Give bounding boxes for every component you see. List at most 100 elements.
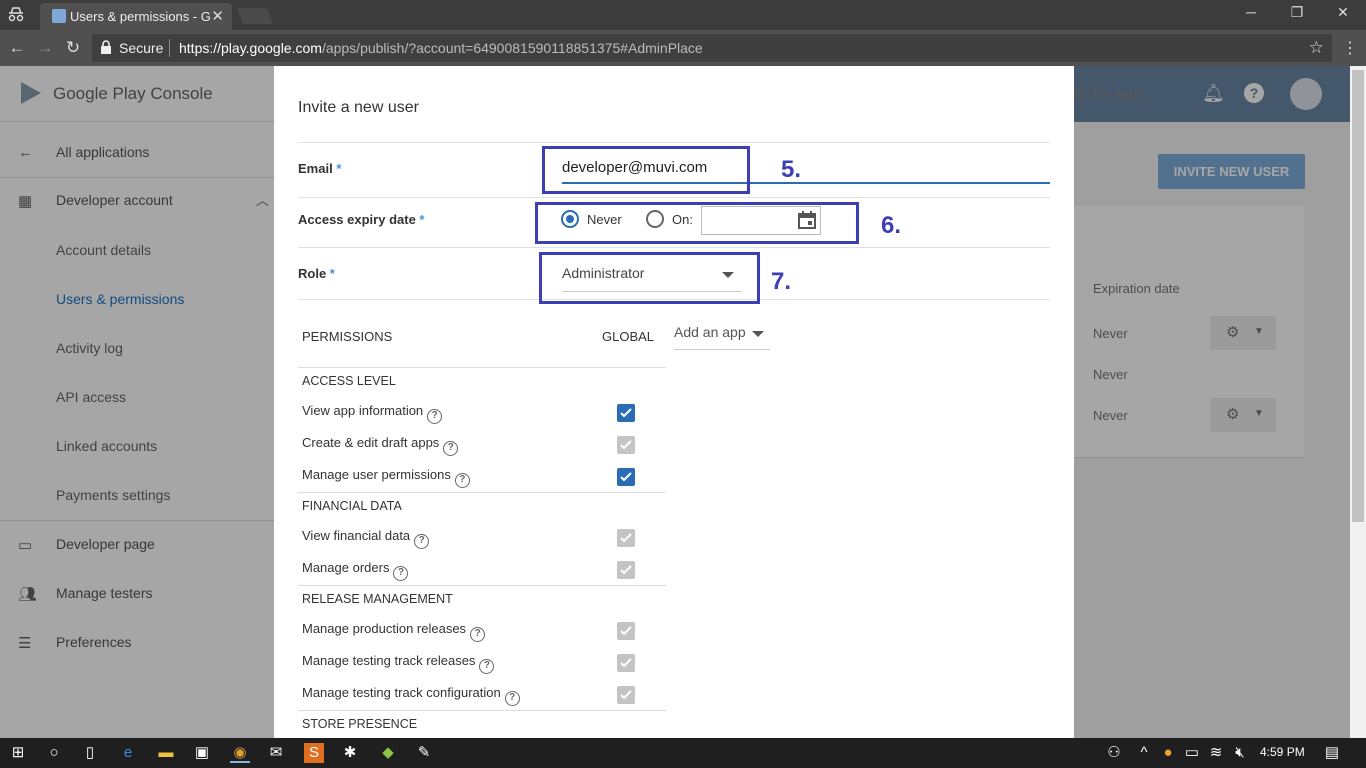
help-icon[interactable]: ?	[393, 566, 409, 581]
section-label-release-management: RELEASE MANAGEMENT	[302, 592, 453, 606]
section-divider	[298, 367, 666, 368]
browser-tab[interactable]: Users & permissions - Go ✕	[40, 3, 232, 30]
permission-label: Manage production releases	[302, 621, 467, 636]
scrollbar-thumb[interactable]	[1352, 70, 1364, 522]
required-mark: *	[419, 212, 425, 227]
url-text: https://play.google.com/apps/publish/?ac…	[179, 40, 703, 56]
help-icon[interactable]: ?	[454, 473, 470, 488]
url-path: /apps/publish/?account=64900815901188513…	[321, 40, 703, 56]
windows-start-icon[interactable]: ⊞	[8, 743, 28, 763]
add-an-app-label: Add an app	[674, 324, 746, 340]
permission-label: View financial data	[302, 528, 411, 543]
section-label-store-presence: STORE PRESENCE	[302, 717, 418, 731]
permission-row: Manage orders?	[302, 560, 409, 581]
weather-icon[interactable]: ●	[1158, 743, 1178, 763]
permission-checkbox[interactable]	[617, 529, 635, 547]
browser-toolbar: ← → ↻ Secure https://play.google.com/app…	[0, 30, 1366, 66]
url-host: https://play.google.com	[179, 40, 322, 56]
restore-icon[interactable]: ❐	[1282, 4, 1312, 21]
section-label-financial-data: FINANCIAL DATA	[302, 499, 402, 513]
email-label-text: Email	[298, 161, 333, 176]
tab-title: Users & permissions - Go	[70, 9, 210, 24]
address-divider	[169, 39, 170, 57]
help-icon[interactable]: ?	[479, 659, 495, 674]
annotation-number: 5.	[781, 156, 802, 183]
taskbar-clock[interactable]: 4:59 PM	[1260, 745, 1305, 759]
app-icon[interactable]: ✱	[340, 743, 360, 763]
window-close-icon[interactable]: ✕	[1328, 4, 1358, 21]
volume-muted-icon[interactable]: 🔇︎	[1230, 743, 1250, 763]
browser-menu-icon[interactable]: ⋮	[1342, 38, 1358, 58]
permission-checkbox[interactable]	[617, 468, 635, 486]
permission-label: Manage orders	[302, 560, 390, 575]
battery-icon[interactable]: ▭	[1182, 743, 1202, 763]
wifi-icon[interactable]: ≋	[1206, 743, 1226, 763]
annotation-number: 7.	[771, 268, 792, 295]
role-label-text: Role	[298, 266, 327, 281]
cortana-search-icon[interactable]: ○	[44, 743, 64, 763]
help-icon[interactable]: ?	[443, 441, 459, 456]
help-icon[interactable]: ?	[504, 691, 520, 706]
browser-tab-bar: Users & permissions - Go ✕ ─ ❐ ✕	[0, 0, 1366, 30]
reload-icon[interactable]: ↻	[62, 37, 84, 59]
tab-close-icon[interactable]: ✕	[211, 7, 224, 25]
skype-icon[interactable]: S	[304, 743, 324, 763]
chrome-icon[interactable]: ◉	[230, 743, 250, 763]
paint-icon[interactable]: ✎	[414, 743, 434, 763]
dropdown-caret-icon	[752, 331, 764, 337]
add-an-app-select[interactable]: Add an app	[674, 320, 770, 350]
section-divider	[298, 492, 666, 493]
page-scrollbar[interactable]	[1350, 66, 1366, 738]
annotation-box-role	[539, 252, 760, 304]
permission-label: Manage user permissions	[302, 467, 451, 482]
help-icon[interactable]: ?	[414, 534, 430, 549]
annotation-box-expiry	[535, 202, 859, 244]
permission-checkbox[interactable]	[617, 622, 635, 640]
permission-checkbox[interactable]	[617, 561, 635, 579]
required-mark: *	[336, 161, 342, 176]
permission-label: View app information	[302, 403, 424, 418]
invite-user-dialog: Invite a new user Email * developer@muvi…	[274, 66, 1074, 738]
action-center-icon[interactable]: ▤	[1322, 743, 1342, 763]
permission-row: Manage testing track configuration?	[302, 685, 520, 706]
annotation-number: 6.	[881, 212, 902, 239]
task-view-icon[interactable]: ▯	[80, 743, 100, 763]
permission-row: View app information?	[302, 403, 443, 424]
permission-checkbox[interactable]	[617, 686, 635, 704]
incognito-icon	[6, 5, 26, 25]
new-tab-button[interactable]	[237, 8, 273, 24]
dialog-divider	[298, 197, 1050, 198]
tray-chevron-up-icon[interactable]: ^	[1134, 743, 1154, 763]
edge-browser-icon[interactable]: e	[118, 743, 138, 763]
required-mark: *	[329, 266, 335, 281]
permission-checkbox[interactable]	[617, 436, 635, 454]
bookmark-star-icon[interactable]: ☆	[1309, 38, 1324, 58]
back-icon[interactable]: ←	[6, 37, 28, 59]
dialog-divider	[298, 142, 1050, 143]
permission-label: Create & edit draft apps	[302, 435, 440, 450]
store-icon[interactable]: ▣	[192, 743, 212, 763]
android-studio-icon[interactable]: ◆	[378, 743, 398, 763]
section-divider	[298, 710, 666, 711]
permission-checkbox[interactable]	[617, 654, 635, 672]
people-icon[interactable]: ⚇	[1104, 743, 1124, 763]
address-bar[interactable]: Secure https://play.google.com/apps/publ…	[92, 34, 1332, 62]
windows-taskbar: ⊞ ○ ▯ e ▬ ▣ ◉ ✉ S ✱ ◆ ✎ ⚇ ^ ● ▭ ≋ 🔇︎ 4:5…	[0, 738, 1366, 768]
permission-row: View financial data?	[302, 528, 430, 549]
permission-label: Manage testing track releases	[302, 653, 476, 668]
help-icon[interactable]: ?	[427, 409, 443, 424]
global-header: GLOBAL	[602, 329, 655, 344]
play-console-favicon-icon	[52, 9, 66, 23]
access-expiry-label: Access expiry date *	[298, 212, 424, 227]
forward-icon[interactable]: →	[34, 37, 56, 59]
help-icon[interactable]: ?	[470, 627, 486, 642]
permission-row: Manage user permissions?	[302, 467, 470, 488]
permission-label: Manage testing track configuration	[302, 685, 501, 700]
access-expiry-label-text: Access expiry date	[298, 212, 416, 227]
permission-checkbox[interactable]	[617, 404, 635, 422]
file-explorer-icon[interactable]: ▬	[156, 743, 176, 763]
section-label-access-level: ACCESS LEVEL	[302, 374, 396, 388]
minimize-icon[interactable]: ─	[1236, 4, 1266, 20]
secure-label: Secure	[119, 40, 164, 56]
mail-icon[interactable]: ✉	[266, 743, 286, 763]
